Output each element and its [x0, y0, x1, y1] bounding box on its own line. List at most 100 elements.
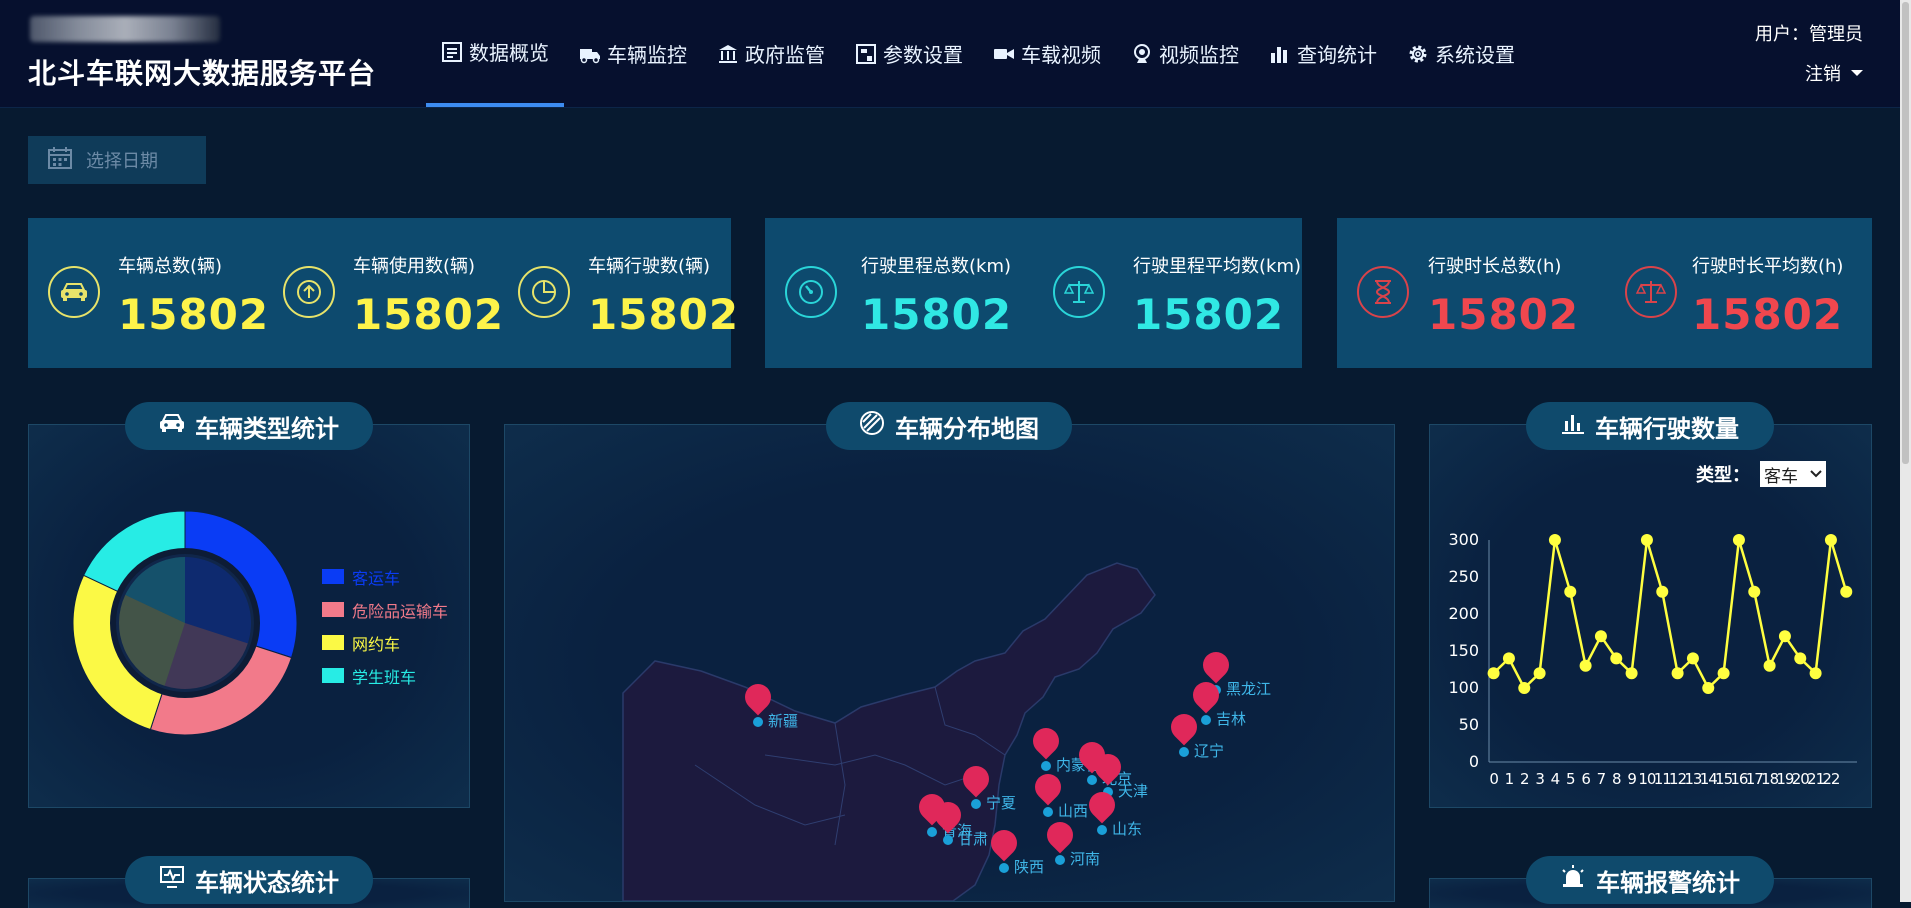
- overview-icon: [441, 41, 463, 63]
- vehicle-type-title: 车辆类型统计: [125, 402, 373, 450]
- panel-title-text: 车辆报警统计: [1596, 868, 1740, 897]
- settings-form-icon: [855, 43, 877, 65]
- nav-label: 车辆监控: [607, 43, 687, 67]
- data-point[interactable]: [1748, 585, 1761, 598]
- data-point[interactable]: [1794, 652, 1807, 665]
- map-dot[interactable]: [1201, 715, 1211, 725]
- y-tick-label: 50: [1459, 715, 1479, 734]
- map-label: 天津: [1118, 782, 1149, 800]
- map-dot[interactable]: [999, 863, 1009, 873]
- alarm-title: 车辆报警统计: [1526, 856, 1774, 904]
- data-point[interactable]: [1778, 630, 1791, 643]
- map-dot[interactable]: [1041, 761, 1051, 771]
- map-label: 黑龙江: [1226, 680, 1272, 698]
- stat-value: 15802: [1133, 290, 1285, 339]
- map-dot[interactable]: [943, 835, 953, 845]
- map-label: 甘肃: [958, 830, 989, 848]
- data-point[interactable]: [1487, 667, 1500, 680]
- stat-value: 15802: [353, 290, 505, 339]
- gear-icon: [1407, 43, 1429, 65]
- nav-label: 车载视频: [1021, 43, 1101, 67]
- stat-label: 车辆行驶数(辆): [588, 256, 711, 277]
- stat-total-vehicles: 车辆总数(辆) 15802: [48, 218, 278, 368]
- calendar-icon: [48, 146, 72, 174]
- x-tick-label: 0: [1489, 770, 1498, 788]
- user-label: 用户：管理员: [1755, 24, 1863, 45]
- scrollbar-thumb[interactable]: [1902, 2, 1909, 464]
- data-point[interactable]: [1717, 667, 1730, 680]
- x-tick-label: 22: [1822, 770, 1840, 788]
- map-dot[interactable]: [753, 717, 763, 727]
- legend-item[interactable]: 学生班车: [322, 659, 448, 692]
- stat-panel-duration: 行驶时长总数(h) 15802 行驶时长平均数(h) 15802: [1337, 218, 1872, 368]
- date-picker[interactable]: 选择日期: [28, 136, 206, 184]
- stat-panel-mileage: 行驶里程总数(km) 15802 行驶里程平均数(km) 15802: [765, 218, 1302, 368]
- data-point[interactable]: [1732, 534, 1745, 546]
- nav-item-video-monitor[interactable]: 视频监控: [1116, 0, 1254, 107]
- vertical-scrollbar[interactable]: [1900, 0, 1911, 902]
- data-point[interactable]: [1625, 667, 1638, 680]
- map-dot[interactable]: [1087, 775, 1097, 785]
- platform-title: 北斗车联网大数据服务平台: [28, 57, 377, 90]
- map-dot[interactable]: [1097, 825, 1107, 835]
- legend-label: 网约车: [352, 634, 401, 654]
- legend-swatch: [322, 569, 344, 584]
- y-tick-label: 0: [1469, 752, 1479, 771]
- data-point[interactable]: [1518, 682, 1531, 694]
- data-point[interactable]: [1533, 667, 1546, 680]
- legend-item[interactable]: 危险品运输车: [322, 593, 448, 626]
- data-point[interactable]: [1610, 652, 1623, 665]
- logout-label: 注销: [1805, 64, 1841, 85]
- map-dot[interactable]: [1055, 855, 1065, 865]
- data-point[interactable]: [1809, 667, 1822, 680]
- y-tick-label: 300: [1448, 530, 1479, 549]
- x-tick-label: 5: [1566, 770, 1575, 788]
- data-point[interactable]: [1579, 659, 1592, 672]
- nav-label: 政府监管: [745, 43, 825, 67]
- x-tick-label: 6: [1581, 770, 1590, 788]
- data-point[interactable]: [1702, 682, 1715, 694]
- stat-label: 行驶时长平均数(h): [1692, 256, 1844, 277]
- map-dot[interactable]: [1179, 747, 1189, 757]
- map-dot[interactable]: [971, 799, 981, 809]
- stat-panel-vehicles: 车辆总数(辆) 15802 车辆使用数(辆) 15802 车辆行驶数(辆) 15…: [28, 218, 738, 368]
- data-point[interactable]: [1763, 659, 1776, 672]
- date-picker-placeholder: 选择日期: [86, 151, 158, 172]
- legend-item[interactable]: 客运车: [322, 560, 448, 593]
- data-point[interactable]: [1824, 534, 1837, 546]
- data-point[interactable]: [1564, 585, 1577, 598]
- data-point[interactable]: [1686, 652, 1699, 665]
- main-nav: 数据概览 车辆监控 政府监管 参数设置 车载视频 视频监控 查询统计 系统设置: [426, 0, 1530, 107]
- data-point[interactable]: [1594, 630, 1607, 643]
- logo-image: [30, 16, 220, 42]
- legend-swatch: [322, 668, 344, 683]
- nav-label: 视频监控: [1159, 43, 1239, 67]
- nav-label: 数据概览: [469, 41, 549, 65]
- data-point[interactable]: [1656, 585, 1669, 598]
- chevron-down-icon: [1810, 470, 1822, 478]
- logout-menu[interactable]: 注销: [1755, 60, 1863, 86]
- bar-chart-icon: [1269, 43, 1291, 65]
- driving-count-line-chart: 0501001502002503000 1 2 3 4 5 6 7 8 9 101112131415…: [1448, 530, 1857, 788]
- nav-item-vehicle-monitor[interactable]: 车辆监控: [564, 0, 702, 107]
- data-point[interactable]: [1640, 534, 1653, 546]
- map-dot[interactable]: [927, 827, 937, 837]
- data-point[interactable]: [1671, 667, 1684, 680]
- nav-item-vehicle-video[interactable]: 车载视频: [978, 0, 1116, 107]
- speedometer-icon: [785, 266, 837, 318]
- nav-item-query-stats[interactable]: 查询统计: [1254, 0, 1392, 107]
- nav-item-government[interactable]: 政府监管: [702, 0, 840, 107]
- nav-item-overview[interactable]: 数据概览: [426, 0, 564, 107]
- legend-item[interactable]: 网约车: [322, 626, 448, 659]
- panel-title-text: 车辆类型统计: [195, 414, 339, 443]
- map-label: 山西: [1058, 802, 1089, 820]
- type-select[interactable]: 客车: [1760, 461, 1826, 487]
- map-icon: [859, 410, 885, 442]
- data-point[interactable]: [1548, 534, 1561, 546]
- data-point[interactable]: [1502, 652, 1515, 665]
- stat-value: 15802: [1692, 290, 1844, 339]
- nav-item-parameters[interactable]: 参数设置: [840, 0, 978, 107]
- data-point[interactable]: [1840, 585, 1853, 598]
- map-dot[interactable]: [1043, 807, 1053, 817]
- nav-item-system-settings[interactable]: 系统设置: [1392, 0, 1530, 107]
